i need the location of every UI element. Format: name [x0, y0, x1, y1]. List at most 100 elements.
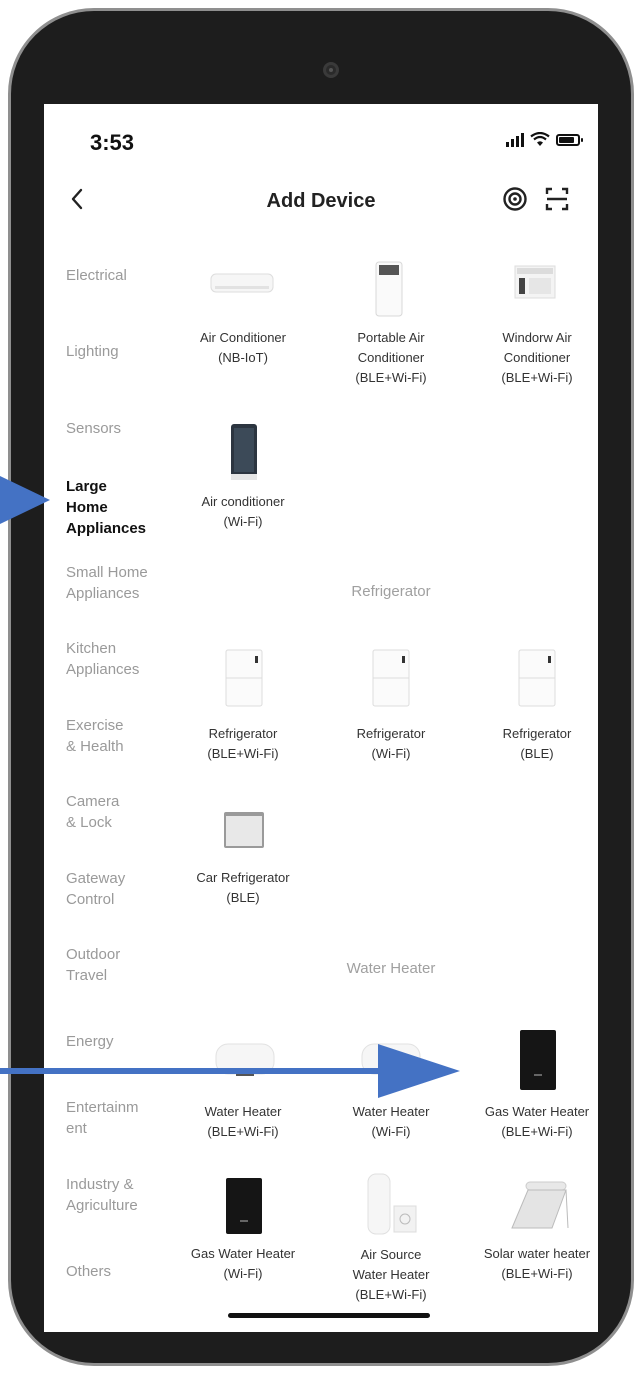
- device-label: Solar water heater: [483, 1246, 591, 1261]
- device-label: (BLE+Wi-Fi): [355, 1287, 427, 1302]
- device-label: (BLE): [226, 890, 260, 905]
- device-label: Water Heater: [352, 1104, 430, 1119]
- category-sensors[interactable]: Sensors: [66, 418, 176, 439]
- device-refrigerator-ble[interactable]: Refrigerator (BLE): [472, 724, 598, 764]
- device-label: (BLE+Wi-Fi): [207, 746, 279, 761]
- device-image-refrigerator: [371, 648, 411, 708]
- device-image-gas-water-heater: [518, 1028, 558, 1092]
- wifi-icon: [530, 132, 550, 146]
- app-screen: 3:53 Add Device Electrical Lighting Sens…: [44, 104, 598, 1332]
- device-air-conditioner-wifi[interactable]: Air conditioner (Wi-Fi): [178, 492, 308, 532]
- device-label: (BLE+Wi-Fi): [355, 370, 427, 385]
- device-label: (NB-IoT): [218, 350, 268, 365]
- device-water-heater-wifi[interactable]: Water Heater (Wi-Fi): [326, 1102, 456, 1142]
- category-label: Lighting: [66, 343, 119, 360]
- category-label: Exercise: [66, 717, 124, 734]
- device-image-air-conditioner: [209, 268, 275, 298]
- category-camera-lock[interactable]: Camera & Lock: [66, 791, 176, 833]
- category-label: Gateway: [66, 870, 126, 887]
- device-label: (BLE+Wi-Fi): [207, 1124, 279, 1139]
- category-label: Appliances: [66, 585, 140, 602]
- app-header: Add Device: [44, 180, 598, 224]
- device-label: Gas Water Heater: [190, 1246, 296, 1261]
- device-label: (Wi-Fi): [371, 1124, 411, 1139]
- category-label: Outdoor: [66, 946, 121, 963]
- section-refrigerator: Refrigerator: [351, 583, 431, 600]
- device-image-air-source-water-heater: [364, 1172, 420, 1236]
- device-water-heater-ble-wifi[interactable]: Water Heater (BLE+Wi-Fi): [178, 1102, 308, 1142]
- device-label: (BLE+Wi-Fi): [501, 370, 573, 385]
- category-large-home-appliances[interactable]: Large Home Appliances: [66, 476, 176, 539]
- device-image-solar-water-heater: [506, 1178, 572, 1232]
- status-icons: [506, 132, 583, 147]
- home-indicator[interactable]: [228, 1313, 430, 1318]
- category-label: Agriculture: [66, 1197, 138, 1214]
- device-portable-air-conditioner[interactable]: Portable Air Conditioner (BLE+Wi-Fi): [326, 328, 456, 388]
- category-kitchen-appliances[interactable]: Kitchen Appliances: [66, 638, 176, 680]
- category-gateway-control[interactable]: Gateway Control: [66, 868, 176, 910]
- device-label: Refrigerator: [502, 726, 572, 741]
- category-label: & Lock: [66, 814, 112, 831]
- device-label: Water Heater: [352, 1267, 430, 1282]
- category-label: & Health: [66, 738, 124, 755]
- category-others[interactable]: Others: [66, 1261, 176, 1282]
- device-label: (BLE+Wi-Fi): [501, 1266, 573, 1281]
- device-air-source-water-heater[interactable]: Air Source Water Heater (BLE+Wi-Fi): [326, 1245, 456, 1305]
- category-label: Others: [66, 1263, 112, 1280]
- cellular-signal-icon: [506, 132, 524, 147]
- category-label: Camera: [66, 793, 120, 810]
- device-label: (BLE+Wi-Fi): [501, 1124, 573, 1139]
- category-exercise-health[interactable]: Exercise & Health: [66, 715, 176, 757]
- category-label: Electrical: [66, 267, 127, 284]
- device-image-gas-water-heater: [224, 1176, 264, 1236]
- annotation-arrow: [0, 1044, 460, 1098]
- scan-icon: [545, 187, 569, 211]
- category-label: Travel: [66, 967, 108, 984]
- category-label: ent: [66, 1120, 87, 1137]
- device-gas-water-heater-ble-wifi[interactable]: Gas Water Heater (BLE+Wi-Fi): [472, 1102, 598, 1142]
- device-window-air-conditioner[interactable]: Windorw Air Conditioner (BLE+Wi-Fi): [472, 328, 598, 388]
- status-bar: 3:53: [44, 104, 598, 184]
- device-label: Water Heater: [204, 1104, 282, 1119]
- category-label: Appliances: [66, 661, 140, 678]
- category-label: Sensors: [66, 420, 122, 437]
- device-label: Car Refrigerator: [196, 870, 290, 885]
- device-label: (Wi-Fi): [223, 1266, 263, 1281]
- category-label: Large: [66, 478, 107, 495]
- target-icon: [503, 187, 527, 211]
- device-refrigerator-ble-wifi[interactable]: Refrigerator (BLE+Wi-Fi): [178, 724, 308, 764]
- nearby-discovery-button[interactable]: [500, 184, 530, 214]
- battery-icon: [556, 133, 583, 146]
- device-solar-water-heater-ble-wifi[interactable]: Solar water heater (BLE+Wi-Fi): [472, 1244, 598, 1284]
- category-small-home-appliances[interactable]: Small Home Appliances: [66, 562, 176, 604]
- device-label: Refrigerator: [356, 726, 426, 741]
- front-camera: [323, 62, 339, 78]
- device-gas-water-heater-wifi[interactable]: Gas Water Heater (Wi-Fi): [178, 1244, 308, 1284]
- device-image-car-refrigerator: [222, 810, 266, 850]
- device-label: Conditioner: [357, 350, 425, 365]
- category-label: Appliances: [66, 520, 147, 537]
- device-label: (Wi-Fi): [223, 514, 263, 529]
- device-car-refrigerator-ble[interactable]: Car Refrigerator (BLE): [178, 868, 308, 908]
- section-water-heater: Water Heater: [346, 960, 436, 977]
- category-electrical[interactable]: Electrical: [66, 265, 176, 286]
- category-label: Industry &: [66, 1176, 134, 1193]
- category-label: Home: [66, 499, 108, 516]
- device-refrigerator-wifi[interactable]: Refrigerator (Wi-Fi): [326, 724, 456, 764]
- device-label: Gas Water Heater: [484, 1104, 590, 1119]
- device-air-conditioner-nb-iot[interactable]: Air Conditioner (NB-IoT): [178, 328, 308, 368]
- device-label: Windorw Air: [502, 330, 572, 345]
- device-label: Refrigerator: [208, 726, 278, 741]
- category-label: Small Home: [66, 564, 148, 581]
- scan-button[interactable]: [542, 184, 572, 214]
- device-image-window-air-conditioner: [513, 264, 557, 300]
- device-image-air-conditioner-wifi: [228, 422, 260, 482]
- device-image-refrigerator: [224, 648, 264, 708]
- category-industry-agriculture[interactable]: Industry & Agriculture: [66, 1174, 176, 1216]
- device-label: Air conditioner: [201, 494, 285, 509]
- category-label: Kitchen: [66, 640, 117, 657]
- device-label: Air Source: [360, 1247, 422, 1262]
- category-lighting[interactable]: Lighting: [66, 341, 176, 362]
- category-outdoor-travel[interactable]: Outdoor Travel: [66, 944, 176, 986]
- device-image-refrigerator: [517, 648, 557, 708]
